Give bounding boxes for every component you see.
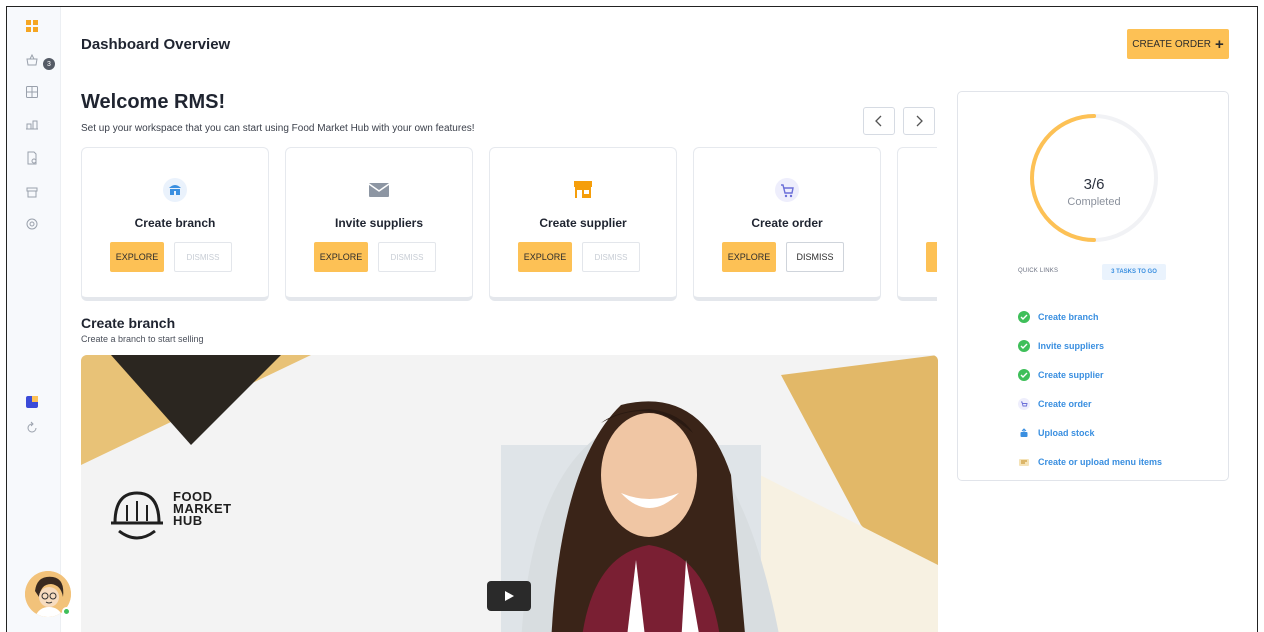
welcome-subtitle: Set up your workspace that you can start… bbox=[81, 123, 475, 134]
supplier-icon[interactable] bbox=[23, 115, 41, 133]
video-player[interactable]: FOOD MARKET HUB bbox=[81, 355, 938, 632]
app-icon[interactable] bbox=[23, 393, 41, 411]
quick-links-list: Create branch Invite suppliers Create su… bbox=[1018, 302, 1162, 476]
quick-link-label: Create branch bbox=[1038, 311, 1099, 322]
explore-button[interactable]: EXPLORE bbox=[110, 242, 164, 272]
basket-icon[interactable] bbox=[23, 51, 41, 69]
section-subtitle: Create a branch to start selling bbox=[81, 334, 204, 344]
sidebar: 3 bbox=[7, 7, 71, 632]
basket-badge: 3 bbox=[43, 58, 55, 70]
grid-icon[interactable] bbox=[23, 83, 41, 101]
document-icon[interactable] bbox=[23, 149, 41, 167]
mail-icon bbox=[365, 176, 393, 204]
quick-link-upload-stock[interactable]: Upload stock bbox=[1018, 418, 1162, 447]
branch-icon bbox=[161, 176, 189, 204]
refresh-icon[interactable] bbox=[23, 419, 41, 437]
play-button[interactable] bbox=[487, 581, 531, 611]
card-title: Invite suppliers bbox=[334, 216, 424, 230]
quick-link-create-menu-items[interactable]: Create or upload menu items bbox=[1018, 447, 1162, 476]
plus-icon: + bbox=[1214, 35, 1224, 53]
card-create-branch: Create branch EXPLORE DISMISS bbox=[81, 147, 269, 301]
quick-link-create-order[interactable]: Create order bbox=[1018, 389, 1162, 418]
page-title: Dashboard Overview bbox=[81, 36, 231, 53]
carousel-next-button[interactable] bbox=[903, 107, 935, 135]
settings-icon[interactable] bbox=[23, 215, 41, 233]
progress-ring: 3/6 Completed bbox=[1024, 108, 1164, 248]
quick-link-label: Create supplier bbox=[1038, 369, 1104, 380]
quick-link-label: Create order bbox=[1038, 398, 1092, 409]
carousel-prev-button[interactable] bbox=[863, 107, 895, 135]
quick-link-label: Upload stock bbox=[1038, 427, 1095, 438]
onboarding-carousel: Create branch EXPLORE DISMISS Invite sup… bbox=[81, 147, 937, 305]
dashboard-icon[interactable] bbox=[23, 17, 41, 35]
quick-link-label: Invite suppliers bbox=[1038, 340, 1105, 351]
app-window: 3 Dashboard Overview CREATE ORDER + Welc… bbox=[6, 6, 1258, 632]
dismiss-button[interactable]: DISMISS bbox=[582, 242, 640, 272]
check-circle-icon bbox=[1018, 310, 1030, 323]
play-icon bbox=[505, 591, 514, 601]
quick-link-invite-suppliers[interactable]: Invite suppliers bbox=[1018, 331, 1162, 360]
menu-icon bbox=[1018, 456, 1030, 468]
store-icon[interactable] bbox=[23, 183, 41, 201]
card-create-supplier: Create supplier EXPLORE DISMISS bbox=[489, 147, 677, 301]
card-invite-suppliers: Invite suppliers EXPLORE DISMISS bbox=[285, 147, 473, 301]
quick-link-create-branch[interactable]: Create branch bbox=[1018, 302, 1162, 331]
explore-button[interactable]: EXPLORE bbox=[518, 242, 572, 272]
food-market-hub-logo-text: FOOD MARKET HUB bbox=[173, 490, 232, 528]
progress-value: 3/6 bbox=[1083, 176, 1105, 193]
chevron-right-icon bbox=[916, 115, 923, 127]
section-title: Create branch bbox=[81, 315, 176, 331]
cart-icon bbox=[773, 176, 801, 204]
card-title: Create order bbox=[751, 216, 823, 230]
explore-button[interactable]: EXPLORE bbox=[314, 242, 368, 272]
card-title: Create branch bbox=[134, 216, 216, 230]
create-order-button[interactable]: CREATE ORDER + bbox=[1127, 29, 1229, 59]
store-icon bbox=[569, 176, 597, 204]
explore-button-partial[interactable] bbox=[926, 242, 937, 272]
check-circle-icon bbox=[1018, 368, 1030, 381]
cart-icon bbox=[1018, 397, 1030, 410]
progress-label: Completed bbox=[1067, 196, 1121, 208]
welcome-title: Welcome RMS! bbox=[81, 91, 226, 113]
card-next-partial bbox=[897, 147, 937, 301]
dismiss-button[interactable]: DISMISS bbox=[786, 242, 844, 272]
quick-link-create-supplier[interactable]: Create supplier bbox=[1018, 360, 1162, 389]
dismiss-button[interactable]: DISMISS bbox=[378, 242, 436, 272]
card-title: Create supplier bbox=[539, 216, 627, 230]
dismiss-button[interactable]: DISMISS bbox=[174, 242, 232, 272]
onboarding-progress-panel: 3/6 Completed QUICK LINKS 3 TASKS TO GO … bbox=[957, 91, 1229, 481]
chevron-left-icon bbox=[875, 115, 882, 127]
check-circle-icon bbox=[1018, 339, 1030, 352]
logo-line-3: HUB bbox=[173, 513, 203, 528]
quick-link-label: Create or upload menu items bbox=[1038, 456, 1163, 467]
online-status-dot bbox=[62, 607, 71, 616]
tasks-remaining-badge: 3 TASKS TO GO bbox=[1102, 264, 1166, 280]
explore-button[interactable]: EXPLORE bbox=[722, 242, 776, 272]
upload-icon bbox=[1018, 427, 1030, 439]
quick-links-label: QUICK LINKS bbox=[1018, 268, 1059, 274]
create-order-label: CREATE ORDER bbox=[1132, 38, 1211, 50]
card-create-order: Create order EXPLORE DISMISS bbox=[693, 147, 881, 301]
